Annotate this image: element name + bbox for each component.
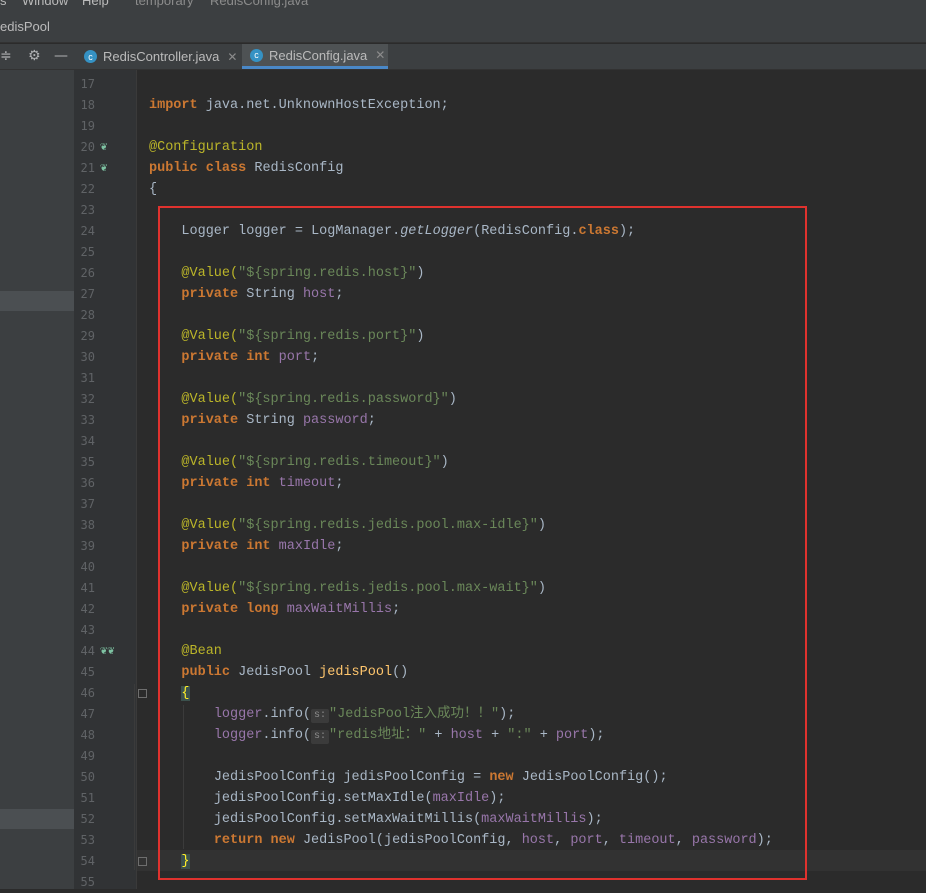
spring-bean-icon[interactable]: ❦❦: [100, 640, 114, 661]
class-name: RedisConfig: [254, 161, 344, 176]
java-class-icon: c: [84, 50, 97, 63]
line-number: 20: [80, 140, 95, 154]
line-number: 29: [80, 329, 95, 343]
keyword: class: [205, 161, 247, 176]
fold-icon[interactable]: [138, 689, 147, 698]
line-number: 48: [80, 728, 95, 742]
line-number: 37: [80, 497, 95, 511]
line-number: 45: [80, 665, 95, 679]
project-panel-toolbar: ≑ ⚙ —: [0, 44, 74, 70]
line-number: 32: [80, 392, 95, 406]
line-number: 38: [80, 518, 95, 532]
tab-label: RedisController.java: [103, 49, 220, 64]
navigation-bar: edisPool: [0, 9, 926, 43]
menu-item-help[interactable]: Help: [82, 0, 109, 8]
line-number: 34: [80, 434, 95, 448]
line-number: 49: [80, 749, 95, 763]
line-number: 50: [80, 770, 95, 784]
menu-item-tools[interactable]: s: [0, 0, 7, 8]
line-number: 42: [80, 602, 95, 616]
line-number: 43: [80, 623, 95, 637]
project-tree-selected-row[interactable]: [0, 291, 74, 311]
window-title-file: RedisConfig.java: [210, 0, 309, 8]
keyword: public: [149, 161, 198, 176]
line-number: 30: [80, 350, 95, 364]
line-number: 21: [80, 161, 95, 175]
tab-redis-controller[interactable]: c RedisController.java ✕: [84, 44, 244, 69]
menu-bar: s Window Help temporary RedisConfig.java: [0, 0, 926, 9]
line-number: 28: [80, 308, 95, 322]
line-number: 19: [80, 119, 95, 133]
indent-guide: [134, 684, 135, 870]
line-number: 39: [80, 539, 95, 553]
line-number: 33: [80, 413, 95, 427]
line-number: 31: [80, 371, 95, 385]
tab-redis-config[interactable]: c RedisConfig.java ✕: [242, 44, 388, 69]
line-number: 27: [80, 287, 95, 301]
line-number: 26: [80, 266, 95, 280]
project-name[interactable]: edisPool: [0, 19, 50, 34]
line-number: 54: [80, 854, 95, 868]
project-panel: [0, 44, 74, 889]
highlight-annotation-box: [158, 206, 807, 880]
line-number: 22: [80, 182, 95, 196]
line-number: 40: [80, 560, 95, 574]
line-number: 47: [80, 707, 95, 721]
window-title-project: temporary: [135, 0, 194, 8]
line-number: 17: [80, 77, 95, 91]
line-number: 35: [80, 455, 95, 469]
line-number: 46: [80, 686, 95, 700]
line-number: 51: [80, 791, 95, 805]
tab-label: RedisConfig.java: [269, 47, 368, 63]
line-number: 23: [80, 203, 95, 217]
menu-item-window[interactable]: Window: [22, 0, 68, 8]
import-path: java.net.UnknownHostException;: [205, 98, 449, 113]
line-number: 25: [80, 245, 95, 259]
line-number: 55: [80, 875, 95, 889]
line-number: 53: [80, 833, 95, 847]
close-icon[interactable]: ✕: [227, 50, 237, 64]
minimize-icon[interactable]: —: [54, 48, 68, 64]
gear-icon[interactable]: ⚙: [28, 48, 41, 64]
line-number: 41: [80, 581, 95, 595]
brace: {: [149, 182, 158, 197]
java-class-icon: c: [250, 48, 263, 62]
line-number: 24: [80, 224, 95, 238]
spring-bean-icon[interactable]: ❦: [100, 136, 107, 157]
project-tree-row[interactable]: [0, 809, 74, 829]
line-number: 52: [80, 812, 95, 826]
gutter-divider: [136, 70, 137, 889]
editor-tabs: c RedisController.java ✕ c RedisConfig.j…: [74, 44, 926, 70]
collapse-icon[interactable]: ≑: [0, 48, 12, 64]
line-number: 36: [80, 476, 95, 490]
annotation: @Configuration: [149, 140, 263, 155]
line-number: 44: [80, 644, 95, 658]
keyword: import: [149, 98, 198, 113]
fold-icon[interactable]: [138, 857, 147, 866]
line-number: 18: [80, 98, 95, 112]
spring-bean-icon[interactable]: ❦: [100, 157, 107, 178]
close-icon[interactable]: ✕: [375, 48, 385, 62]
